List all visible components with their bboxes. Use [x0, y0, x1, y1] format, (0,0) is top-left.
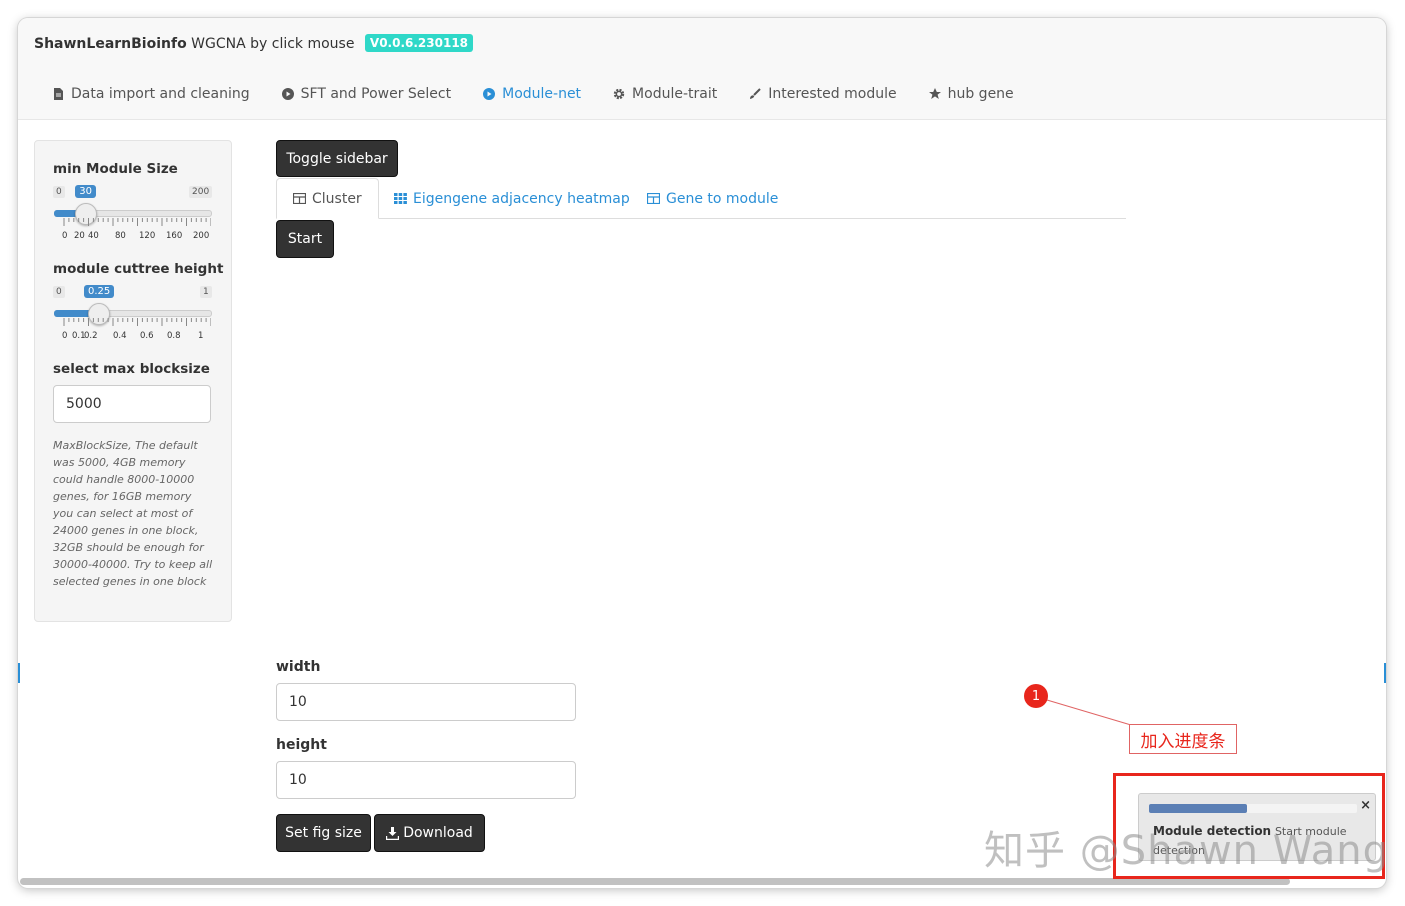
annotation-note: 加入进度条: [1129, 724, 1237, 754]
annotation-leader-line: [1046, 699, 1132, 726]
annotation-number-badge: 1: [1024, 684, 1048, 708]
watermark: 知乎 @Shawn Wang: [984, 828, 1389, 874]
